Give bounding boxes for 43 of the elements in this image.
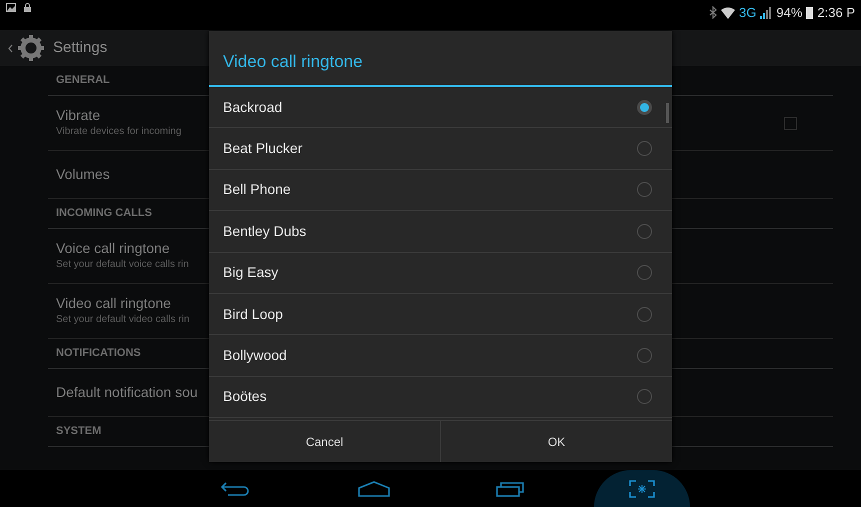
clock: 2:36 P	[817, 4, 855, 22]
radio-button[interactable]	[637, 348, 652, 364]
picture-icon	[6, 3, 16, 12]
ringtone-option[interactable]: Bentley Dubs	[209, 211, 672, 253]
setting-summary: Vibrate devices for incoming	[56, 124, 182, 139]
setting-summary: Set your default video calls rin	[56, 312, 190, 327]
scrollbar	[666, 103, 669, 123]
gear-icon[interactable]	[17, 34, 45, 62]
screen-title: Settings	[53, 38, 108, 58]
setting-summary: Set your default voice calls rin	[56, 258, 189, 272]
battery-percent: 94%	[776, 4, 802, 22]
ringtone-option[interactable]: Big Easy	[209, 252, 672, 294]
ringtone-option[interactable]: Bollywood	[209, 335, 672, 377]
ringtone-option[interactable]: Beat Plucker	[209, 128, 672, 170]
battery-icon	[806, 6, 814, 19]
setting-title[interactable]: Vibrate	[56, 107, 100, 124]
signal-icon	[760, 6, 772, 19]
ringtone-option[interactable]: Boötes	[209, 376, 672, 418]
setting-title[interactable]: Video call ringtone	[56, 295, 171, 312]
bluetooth-icon	[709, 6, 718, 20]
ringtone-option[interactable]: Bell Phone	[209, 170, 672, 212]
ok-button[interactable]: OK	[440, 421, 672, 462]
checkbox[interactable]	[784, 116, 797, 130]
wifi-icon	[721, 6, 736, 19]
setting-title[interactable]: Voice call ringtone	[56, 240, 170, 257]
recent-apps-icon[interactable]	[496, 480, 524, 496]
setting-title[interactable]: Default notification sou	[56, 384, 198, 401]
radio-button[interactable]	[637, 182, 652, 198]
screenshot-icon	[629, 480, 655, 498]
radio-button[interactable]	[637, 141, 652, 156]
radio-button[interactable]	[637, 224, 652, 239]
dialog-title: Video call ringtone	[209, 31, 672, 87]
lock-icon	[24, 3, 31, 12]
ringtone-option[interactable]: Bird Loop	[209, 294, 672, 336]
radio-button[interactable]	[637, 265, 652, 280]
network-type-label: 3G	[739, 4, 756, 22]
radio-button[interactable]	[637, 389, 652, 404]
setting-title[interactable]: Volumes	[56, 166, 110, 183]
radio-button[interactable]	[637, 100, 652, 115]
radio-button[interactable]	[637, 306, 652, 322]
home-icon[interactable]	[358, 480, 390, 496]
back-caret-icon[interactable]	[8, 44, 13, 52]
ringtone-option[interactable]: Backroad	[209, 87, 672, 128]
